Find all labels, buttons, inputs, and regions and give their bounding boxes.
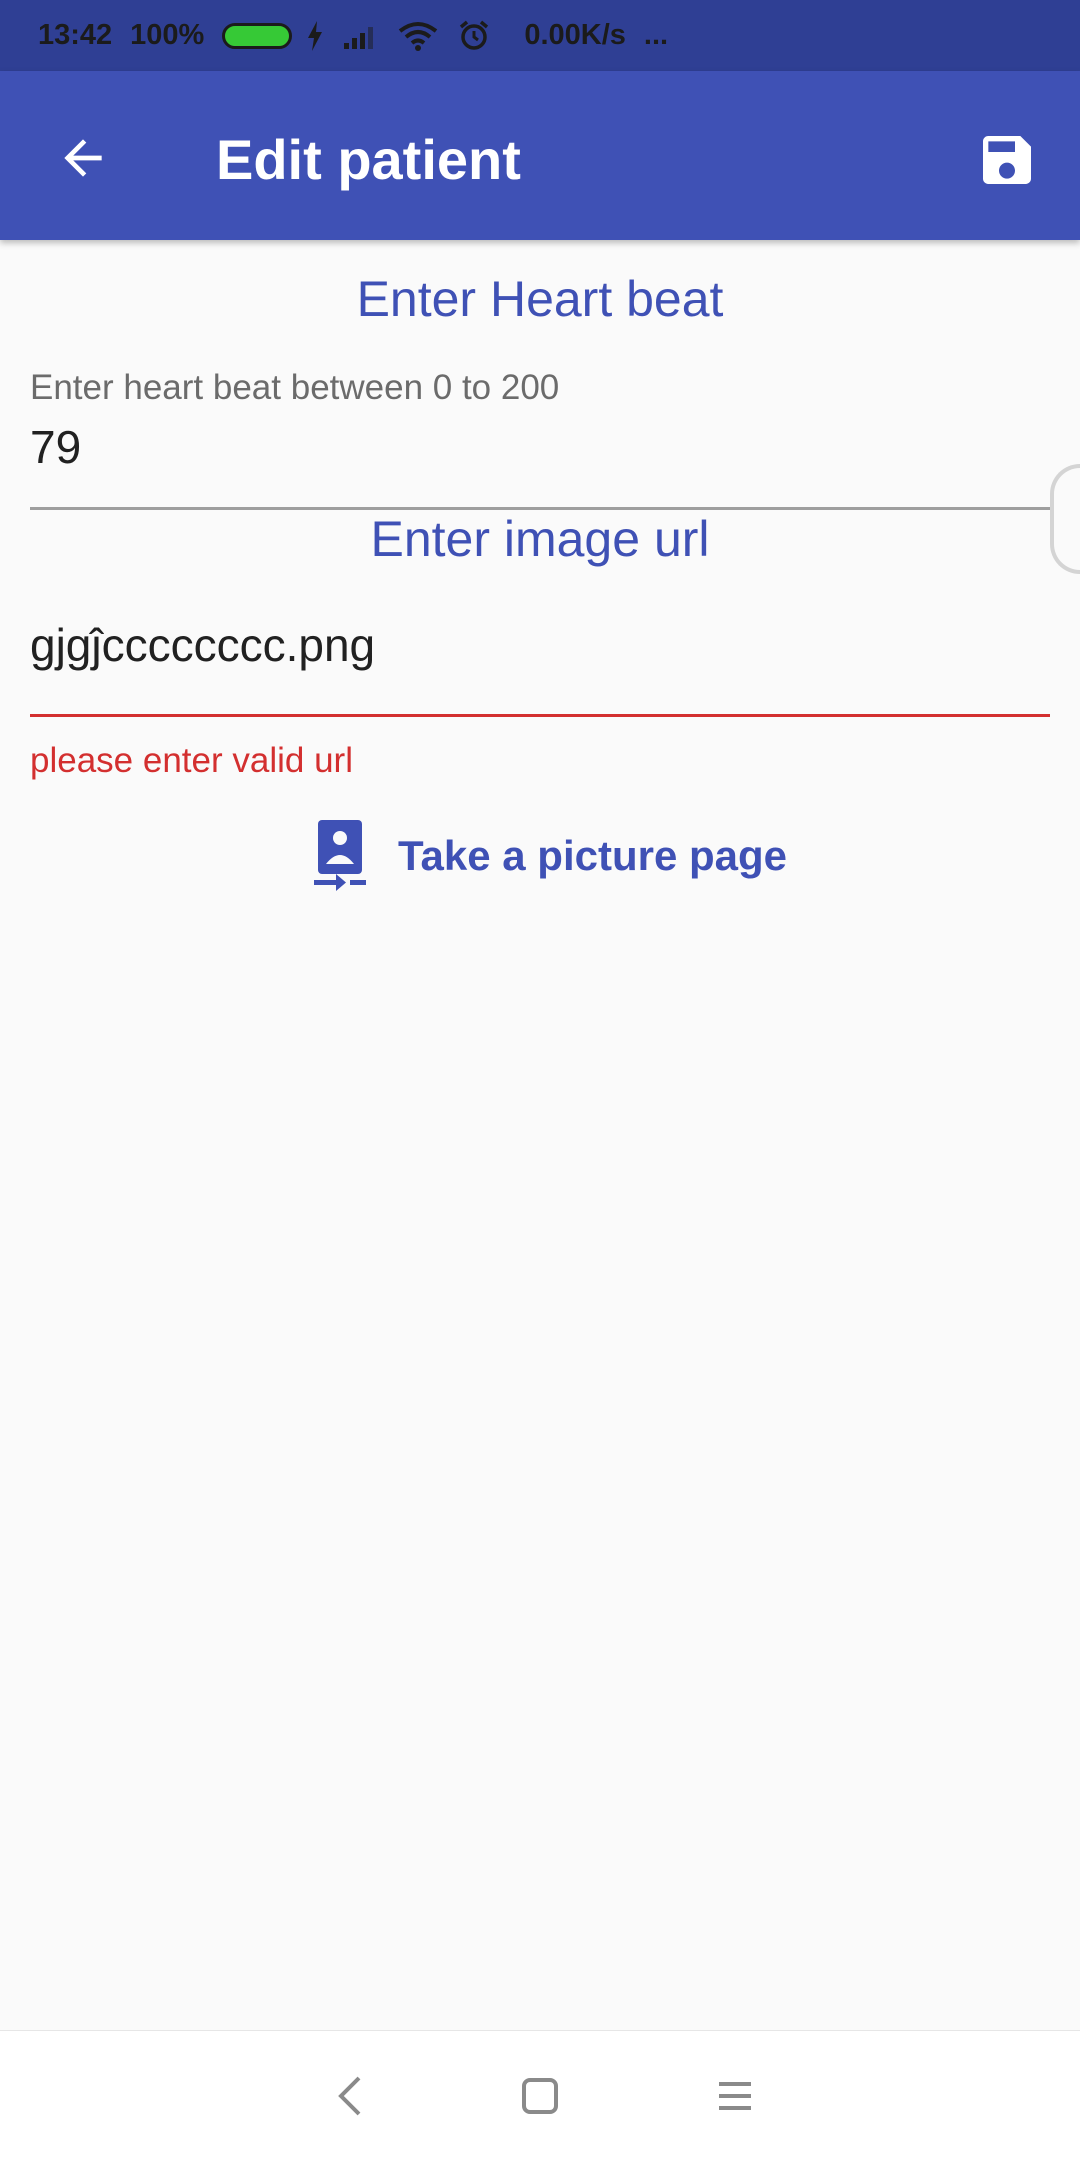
heart-beat-input[interactable]: 79 [30,420,1050,474]
alarm-icon [460,20,489,50]
nav-back-icon [338,2076,361,2116]
nav-menu-icon [719,2082,751,2110]
battery-icon [222,22,293,49]
status-bar: 13:42 100% 0.00K/s ... [0,0,1080,71]
wifi-icon [399,21,438,51]
image-url-heading: Enter image url [370,511,710,567]
back-button[interactable] [46,121,120,195]
app-bar: Edit patient [0,71,1080,240]
nav-home-icon [522,2078,558,2114]
status-time: 13:42 [38,19,113,51]
charging-icon [308,20,323,51]
image-url-error: please enter valid url [30,741,353,780]
image-url-underline [30,714,1050,717]
nav-menu-button[interactable] [700,2061,770,2131]
network-speed: 0.00K/s [524,19,626,51]
take-picture-label: Take a picture page [398,832,788,879]
nav-back-button[interactable] [315,2061,385,2131]
image-url-input[interactable]: gjgĵcccccccc.png [30,618,1050,672]
nav-home-button[interactable] [505,2061,575,2131]
more-indicator: ... [643,19,669,51]
take-picture-button[interactable]: Take a picture page [312,816,787,896]
page-title: Edit patient [216,128,521,191]
save-button[interactable] [970,123,1044,197]
arrow-back-icon [64,139,102,177]
system-nav-bar [0,2030,1080,2160]
camera-front-icon [314,820,366,891]
save-icon [983,136,1031,184]
heart-beat-heading: Enter Heart beat [356,271,724,327]
battery-percent: 100% [130,19,205,51]
heart-beat-label: Enter heart beat between 0 to 200 [30,368,560,407]
signal-icon [344,26,374,49]
